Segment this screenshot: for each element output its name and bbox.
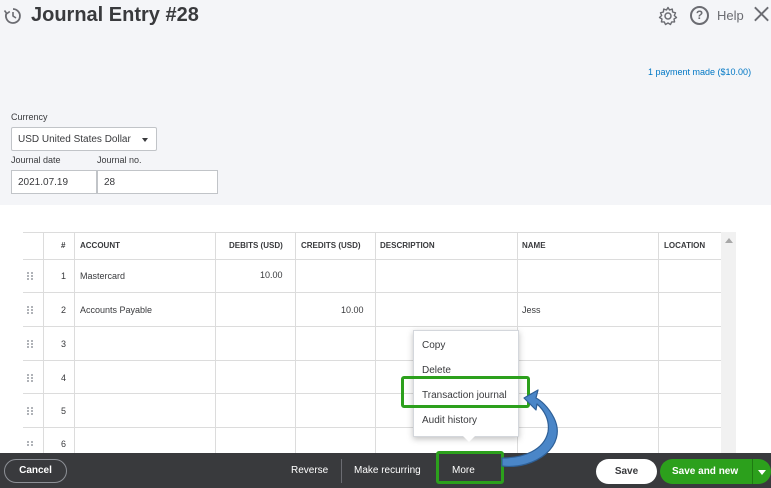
header-debits: DEBITS (USD) (229, 241, 283, 250)
column-divider (295, 232, 296, 453)
journal-date-input[interactable]: 2021.07.19 (11, 170, 97, 194)
column-divider (658, 232, 659, 453)
help-icon[interactable]: ? (690, 6, 709, 25)
header-name: NAME (522, 241, 546, 250)
currency-value: USD United States Dollar (18, 134, 131, 145)
column-divider (43, 232, 44, 453)
drag-handle-icon[interactable] (27, 441, 35, 449)
reverse-button[interactable]: Reverse (291, 465, 328, 476)
row-num: 2 (61, 305, 67, 315)
drag-handle-icon[interactable] (27, 340, 35, 348)
row-num: 1 (61, 271, 67, 281)
row-divider (23, 326, 736, 327)
row-num: 6 (61, 439, 67, 449)
row-divider (23, 259, 736, 260)
drag-handle-icon[interactable] (27, 407, 35, 415)
header-credits: CREDITS (USD) (301, 241, 361, 250)
journal-no-label: Journal no. (97, 155, 142, 165)
menu-item-audit-history[interactable]: Audit history (422, 415, 477, 426)
chevron-down-icon (142, 138, 148, 142)
header-num: # (61, 241, 66, 250)
row-divider (23, 292, 736, 293)
debits-cell[interactable]: 10.00 (260, 270, 283, 280)
column-divider (215, 232, 216, 453)
row-num: 4 (61, 373, 67, 383)
curved-arrow-icon (501, 389, 558, 468)
menu-pointer (463, 436, 475, 442)
help-link[interactable]: Help (717, 8, 744, 23)
cancel-button[interactable]: Cancel (4, 459, 67, 483)
close-icon[interactable] (752, 4, 771, 24)
scroll-up-icon[interactable] (725, 238, 733, 243)
credits-cell[interactable]: 10.00 (341, 305, 364, 315)
page-title: Journal Entry #28 (31, 4, 199, 26)
history-icon[interactable] (3, 6, 23, 26)
row-num: 5 (61, 406, 67, 416)
drag-handle-icon[interactable] (27, 306, 35, 314)
row-divider (23, 393, 736, 394)
scrollbar[interactable] (721, 232, 736, 453)
gear-icon[interactable] (658, 6, 678, 26)
row-divider (23, 427, 736, 428)
header-location: LOCATION (664, 241, 706, 250)
header-account: ACCOUNT (80, 241, 120, 250)
account-cell[interactable]: Mastercard (80, 271, 125, 281)
drag-handle-icon[interactable] (27, 374, 35, 382)
name-cell[interactable]: Jess (522, 305, 541, 315)
drag-handle-icon[interactable] (27, 272, 35, 280)
currency-label: Currency (11, 112, 48, 122)
currency-select[interactable]: USD United States Dollar (11, 127, 157, 151)
footer-divider (341, 459, 342, 483)
journal-no-input[interactable]: 28 (97, 170, 218, 194)
save-and-new-label: Save and new (672, 466, 739, 477)
header-description: DESCRIPTION (380, 241, 435, 250)
menu-item-copy[interactable]: Copy (422, 340, 445, 351)
row-divider (23, 360, 736, 361)
column-divider (375, 232, 376, 453)
column-divider (74, 232, 75, 453)
save-and-new-button[interactable]: Save and new (660, 459, 771, 484)
row-divider (23, 232, 736, 233)
split-divider (752, 459, 753, 484)
chevron-down-icon[interactable] (758, 470, 766, 475)
menu-item-delete[interactable]: Delete (422, 365, 451, 376)
account-cell[interactable]: Accounts Payable (80, 305, 152, 315)
row-num: 3 (61, 339, 67, 349)
make-recurring-button[interactable]: Make recurring (354, 465, 421, 476)
payment-made-link[interactable]: 1 payment made ($10.00) (648, 67, 751, 77)
save-button[interactable]: Save (596, 459, 657, 484)
journal-date-label: Journal date (11, 155, 61, 165)
